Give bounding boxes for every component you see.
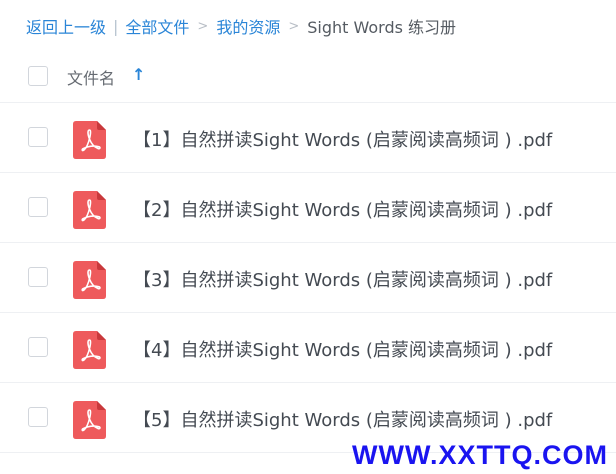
file-name[interactable]: 【4】自然拼读Sight Words (启蒙阅读高频词 ) .pdf xyxy=(133,336,552,362)
sort-ascending-icon[interactable]: ↑ xyxy=(132,65,145,84)
select-all-checkbox[interactable] xyxy=(28,66,48,86)
file-select-checkbox[interactable] xyxy=(28,337,48,357)
pdf-file-icon[interactable] xyxy=(73,401,106,439)
file-row[interactable]: 【3】自然拼读Sight Words (启蒙阅读高频词 ) .pdf xyxy=(0,243,616,313)
file-row[interactable]: 【4】自然拼读Sight Words (启蒙阅读高频词 ) .pdf xyxy=(0,313,616,383)
watermark: WWW.XXTTQ.COM xyxy=(352,440,608,470)
file-list-header: 文件名 ↑ xyxy=(0,52,616,103)
breadcrumb-all-files[interactable]: 全部文件 xyxy=(125,14,189,38)
pdf-file-icon[interactable] xyxy=(73,191,106,229)
pdf-file-icon[interactable] xyxy=(73,121,106,159)
file-row[interactable]: 【1】自然拼读Sight Words (启蒙阅读高频词 ) .pdf xyxy=(0,103,616,173)
file-row[interactable]: 【2】自然拼读Sight Words (启蒙阅读高频词 ) .pdf xyxy=(0,173,616,243)
breadcrumb-separator: > xyxy=(288,18,300,34)
breadcrumb-current-folder: Sight Words 练习册 xyxy=(307,18,457,37)
breadcrumb-my-resources[interactable]: 我的资源 xyxy=(216,14,280,38)
file-select-checkbox[interactable] xyxy=(28,197,48,217)
breadcrumb: 返回上一级 | 全部文件 > 我的资源 > Sight Words 练习册 xyxy=(26,14,456,38)
file-name[interactable]: 【3】自然拼读Sight Words (启蒙阅读高频词 ) .pdf xyxy=(133,266,552,292)
file-select-checkbox[interactable] xyxy=(28,127,48,147)
file-select-checkbox[interactable] xyxy=(28,267,48,287)
file-name[interactable]: 【1】自然拼读Sight Words (启蒙阅读高频词 ) .pdf xyxy=(133,126,552,152)
pdf-file-icon[interactable] xyxy=(73,261,106,299)
column-title-filename[interactable]: 文件名 xyxy=(67,65,115,89)
file-name[interactable]: 【2】自然拼读Sight Words (启蒙阅读高频词 ) .pdf xyxy=(133,196,552,222)
file-list: 【1】自然拼读Sight Words (启蒙阅读高频词 ) .pdf 【2】自然拼… xyxy=(0,103,616,453)
pdf-file-icon[interactable] xyxy=(73,331,106,369)
back-link[interactable]: 返回上一级 xyxy=(26,14,106,38)
breadcrumb-divider: | xyxy=(113,16,119,36)
file-select-checkbox[interactable] xyxy=(28,407,48,427)
breadcrumb-separator: > xyxy=(197,18,209,34)
file-name[interactable]: 【5】自然拼读Sight Words (启蒙阅读高频词 ) .pdf xyxy=(133,406,552,432)
